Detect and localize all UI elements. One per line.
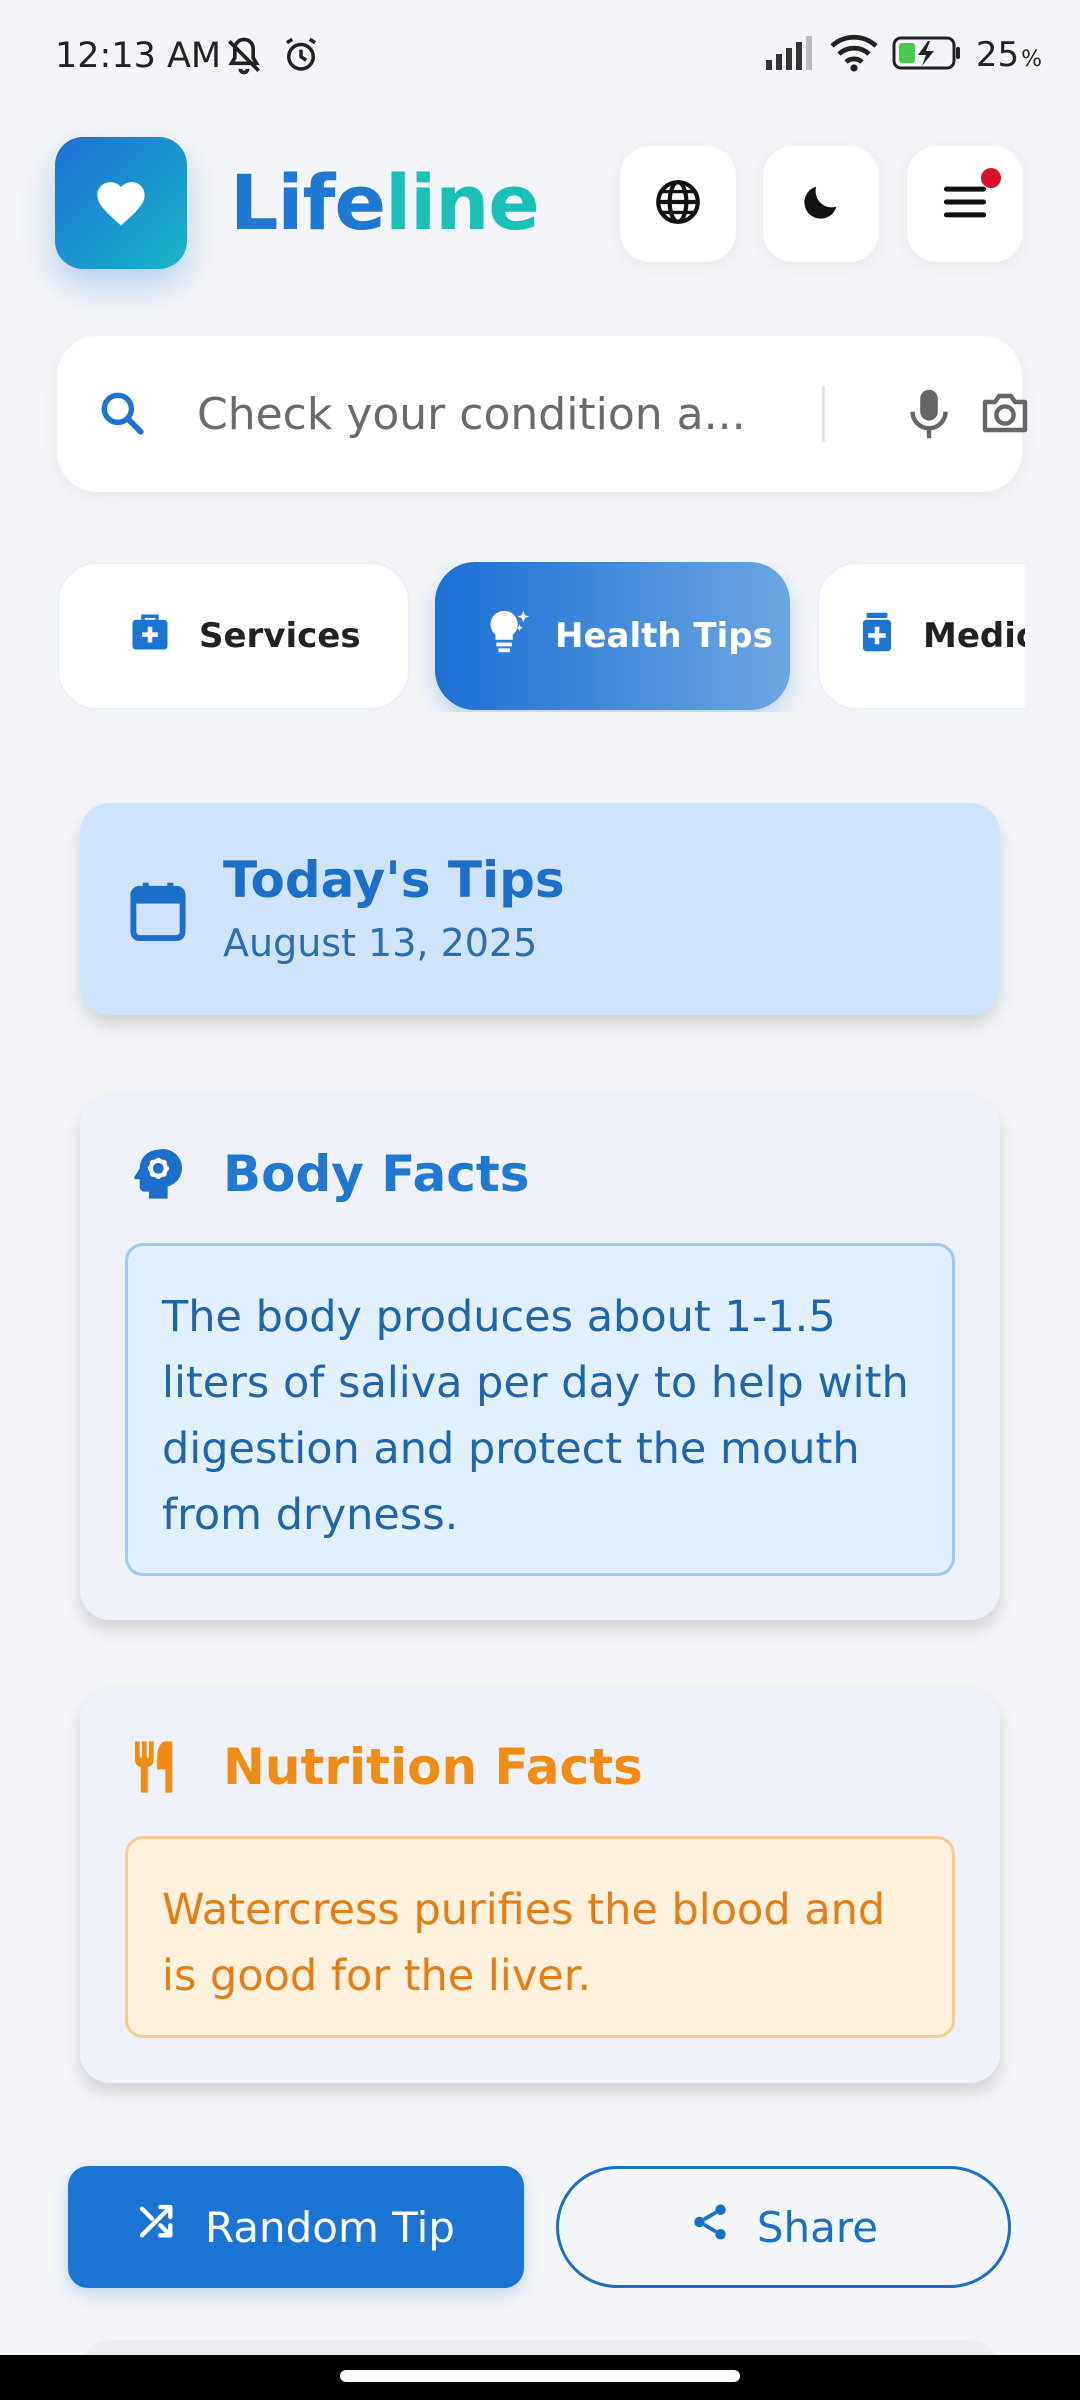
menu-button[interactable] [907, 146, 1023, 262]
medicine-bottle-icon [859, 611, 895, 662]
fork-knife-icon [128, 1738, 184, 1800]
camera-icon[interactable] [979, 388, 1031, 440]
lightbulb-icon [483, 607, 533, 666]
share-label: Share [756, 2202, 879, 2252]
home-indicator[interactable] [340, 2370, 740, 2382]
share-button[interactable]: Share [556, 2166, 1011, 2288]
share-icon [689, 2200, 731, 2254]
hamburger-menu-icon [942, 184, 988, 224]
search-input[interactable] [197, 378, 837, 450]
tab-services[interactable]: Services [57, 562, 410, 710]
percent-sign: % [1021, 46, 1042, 72]
random-tip-label: Random Tip [205, 2202, 455, 2252]
status-bar: 12:13 AM 25% [0, 0, 1080, 115]
battery-percent: 25 [975, 35, 1020, 75]
wifi-icon [830, 34, 878, 76]
app-title: Lifeline [230, 158, 540, 247]
notification-dot [981, 168, 1001, 188]
app-logo [55, 137, 187, 269]
search-bar[interactable] [57, 336, 1028, 492]
body-facts-title: Body Facts [223, 1145, 530, 1203]
tab-label: Services [199, 616, 361, 656]
body-fact-text: The body produces about 1-1.5 liters of … [125, 1243, 955, 1576]
today-tips-card: Today's Tips August 13, 2025 [80, 803, 1000, 1015]
nutrition-fact-text: Watercress purifies the blood and is goo… [125, 1836, 955, 2038]
signal-icon [765, 36, 816, 74]
notifications-muted-icon [222, 34, 266, 82]
search-icon [97, 388, 147, 442]
tab-health-tips[interactable]: Health Tips [435, 562, 790, 710]
tab-medicines[interactable]: Medic [817, 562, 1025, 710]
shuffle-icon [137, 2202, 177, 2252]
battery-charging-icon [892, 35, 962, 75]
tab-label: Medic [923, 616, 1025, 656]
tab-label: Health Tips [555, 616, 773, 656]
heart-icon [92, 175, 150, 231]
head-gear-icon [128, 1145, 184, 1205]
alarm-icon [280, 34, 322, 82]
category-tabs: Services Health Tips Medic [57, 562, 1025, 712]
search-divider [822, 386, 825, 442]
today-date: August 13, 2025 [223, 921, 538, 965]
microphone-icon[interactable] [907, 387, 951, 445]
language-button[interactable] [620, 146, 736, 262]
status-time: 12:13 AM [55, 36, 222, 76]
body-facts-card: Body Facts The body produces about 1-1.5… [80, 1095, 1000, 1620]
today-tips-title: Today's Tips [223, 851, 565, 909]
medical-bag-icon [129, 611, 171, 662]
globe-icon [653, 177, 703, 231]
nutrition-facts-card: Nutrition Facts Watercress purifies the … [80, 1688, 1000, 2083]
random-tip-button[interactable]: Random Tip [68, 2166, 524, 2288]
nutrition-facts-title: Nutrition Facts [223, 1738, 643, 1796]
calendar-icon [128, 879, 188, 947]
dark-mode-button[interactable] [763, 146, 879, 262]
moon-icon [798, 179, 844, 229]
